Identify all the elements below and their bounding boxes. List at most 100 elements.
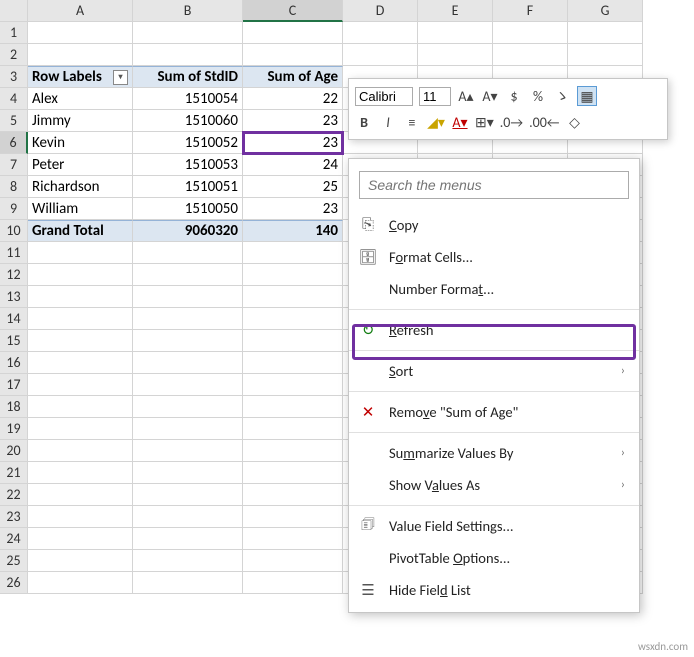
pivot-row-label[interactable]: Alex: [28, 88, 133, 110]
row-header-11[interactable]: 11: [0, 242, 28, 264]
cell[interactable]: [133, 572, 243, 594]
cell[interactable]: [243, 264, 343, 286]
pivot-total-stdid[interactable]: 9060320: [133, 220, 243, 242]
col-header-D[interactable]: D: [343, 0, 418, 22]
menu-show-as[interactable]: Show Values As ›: [349, 469, 639, 501]
cell[interactable]: [133, 550, 243, 572]
row-header-20[interactable]: 20: [0, 440, 28, 462]
cell[interactable]: [28, 22, 133, 44]
row-header-22[interactable]: 22: [0, 484, 28, 506]
cell[interactable]: [133, 440, 243, 462]
row-header-26[interactable]: 26: [0, 572, 28, 594]
cell[interactable]: [28, 550, 133, 572]
menu-remove[interactable]: ✕ Remove "Sum of Age": [349, 396, 639, 428]
bold-button[interactable]: B: [355, 112, 373, 132]
cell[interactable]: [243, 550, 343, 572]
pivot-row-stdid[interactable]: 1510051: [133, 176, 243, 198]
clear-format-icon[interactable]: ◇: [565, 112, 583, 132]
font-family-select[interactable]: [355, 87, 413, 106]
percent-icon[interactable]: %: [529, 86, 547, 106]
cell[interactable]: [133, 330, 243, 352]
align-icon[interactable]: ≡: [403, 112, 421, 132]
row-header-14[interactable]: 14: [0, 308, 28, 330]
row-header-6[interactable]: 6: [0, 132, 28, 154]
cell[interactable]: [133, 484, 243, 506]
cell[interactable]: [243, 44, 343, 66]
cell[interactable]: [133, 396, 243, 418]
col-header-G[interactable]: G: [568, 0, 643, 22]
cell[interactable]: [493, 44, 568, 66]
row-header-7[interactable]: 7: [0, 154, 28, 176]
col-header-F[interactable]: F: [493, 0, 568, 22]
cell[interactable]: [343, 22, 418, 44]
pivot-total-age[interactable]: 140: [243, 220, 343, 242]
cell[interactable]: [568, 44, 643, 66]
row-header-16[interactable]: 16: [0, 352, 28, 374]
cell[interactable]: [28, 396, 133, 418]
row-header-19[interactable]: 19: [0, 418, 28, 440]
row-header-15[interactable]: 15: [0, 330, 28, 352]
row-header-12[interactable]: 12: [0, 264, 28, 286]
row-header-25[interactable]: 25: [0, 550, 28, 572]
pivot-row-label[interactable]: Jimmy: [28, 110, 133, 132]
row-header-8[interactable]: 8: [0, 176, 28, 198]
pivot-row-stdid[interactable]: 1510050: [133, 198, 243, 220]
pivot-row-age[interactable]: 24: [243, 154, 343, 176]
font-color-icon[interactable]: A▾: [451, 112, 469, 132]
row-header-4[interactable]: 4: [0, 88, 28, 110]
cell[interactable]: [133, 308, 243, 330]
font-size-select[interactable]: [419, 87, 451, 106]
cell[interactable]: [418, 44, 493, 66]
cell[interactable]: [28, 286, 133, 308]
cell[interactable]: [243, 572, 343, 594]
pivot-header-age[interactable]: Sum of Age: [243, 66, 343, 88]
col-header-B[interactable]: B: [133, 0, 243, 22]
cell[interactable]: [243, 528, 343, 550]
row-header-23[interactable]: 23: [0, 506, 28, 528]
cell[interactable]: [568, 22, 643, 44]
cell[interactable]: [28, 462, 133, 484]
cell[interactable]: [28, 308, 133, 330]
comma-icon[interactable]: ゝ: [553, 86, 571, 106]
cell[interactable]: [343, 44, 418, 66]
row-header-24[interactable]: 24: [0, 528, 28, 550]
menu-format-cells[interactable]: 🗄 Format Cells...: [349, 241, 639, 273]
menu-number-format[interactable]: Number Format...: [349, 273, 639, 305]
pivot-row-label[interactable]: Peter: [28, 154, 133, 176]
pivot-row-age[interactable]: 23: [243, 198, 343, 220]
row-header-9[interactable]: 9: [0, 198, 28, 220]
col-header-E[interactable]: E: [418, 0, 493, 22]
row-header-2[interactable]: 2: [0, 44, 28, 66]
currency-icon[interactable]: $: [505, 86, 523, 106]
menu-copy[interactable]: ⎘ Copy: [349, 209, 639, 241]
cell[interactable]: [28, 440, 133, 462]
cell[interactable]: [243, 374, 343, 396]
cell[interactable]: [243, 242, 343, 264]
cell[interactable]: [133, 506, 243, 528]
menu-hide-field-list[interactable]: ☰ Hide Field List: [349, 574, 639, 606]
cell[interactable]: [243, 352, 343, 374]
cell[interactable]: [28, 418, 133, 440]
cell[interactable]: [28, 330, 133, 352]
row-header-17[interactable]: 17: [0, 374, 28, 396]
decrease-font-icon[interactable]: A▾: [481, 86, 499, 106]
pivot-total-label[interactable]: Grand Total: [28, 220, 133, 242]
pivot-row-stdid[interactable]: 1510053: [133, 154, 243, 176]
row-header-13[interactable]: 13: [0, 286, 28, 308]
pivot-row-stdid[interactable]: 1510052: [133, 132, 243, 154]
row-header-21[interactable]: 21: [0, 462, 28, 484]
increase-font-icon[interactable]: A▴: [457, 86, 475, 106]
col-header-A[interactable]: A: [28, 0, 133, 22]
col-header-C[interactable]: C: [243, 0, 343, 22]
borders-icon[interactable]: ⊞▾: [475, 112, 494, 132]
cell[interactable]: [28, 572, 133, 594]
italic-button[interactable]: I: [379, 112, 397, 132]
cell[interactable]: [133, 22, 243, 44]
pivot-row-age[interactable]: 23: [243, 110, 343, 132]
cell[interactable]: [133, 44, 243, 66]
format-painter-icon[interactable]: ▦: [577, 86, 597, 106]
menu-sort[interactable]: Sort ›: [349, 355, 639, 387]
cell[interactable]: [133, 418, 243, 440]
cell[interactable]: [243, 22, 343, 44]
cell[interactable]: [243, 506, 343, 528]
